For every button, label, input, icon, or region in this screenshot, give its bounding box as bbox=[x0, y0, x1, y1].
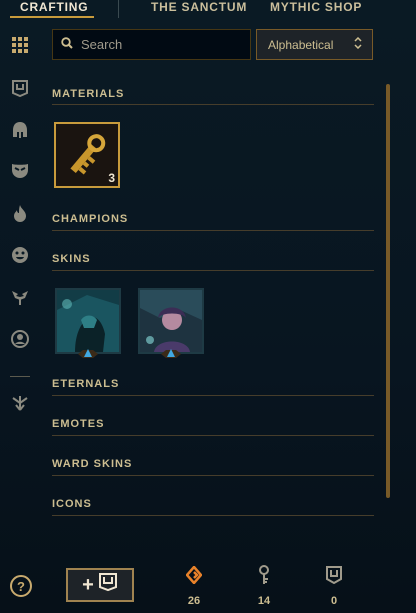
section-divider bbox=[52, 435, 374, 436]
currency-chest: 0 bbox=[319, 565, 349, 607]
tab-mythic-shop[interactable]: MYTHIC SHOP bbox=[270, 0, 362, 14]
sort-dropdown[interactable]: Alphabetical bbox=[256, 29, 373, 60]
section-divider bbox=[52, 395, 374, 396]
section-champions-title: CHAMPIONS bbox=[52, 213, 129, 225]
rarity-gem-icon bbox=[161, 349, 181, 358]
chest-currency-icon bbox=[319, 565, 349, 585]
sort-selected-label: Alphabetical bbox=[268, 37, 334, 52]
rarity-gem-icon bbox=[78, 349, 98, 358]
emote-face-icon[interactable] bbox=[10, 245, 30, 265]
section-divider bbox=[52, 270, 374, 271]
section-divider bbox=[52, 515, 374, 516]
section-eternals-title: ETERNALS bbox=[52, 378, 120, 390]
search-input[interactable] bbox=[81, 37, 241, 52]
section-icons-title: ICONS bbox=[52, 498, 92, 510]
tab-crafting[interactable]: CRAFTING bbox=[20, 0, 88, 14]
ward-icon[interactable] bbox=[10, 287, 30, 307]
orange-essence-value: 26 bbox=[187, 595, 201, 607]
scrollbar[interactable] bbox=[386, 84, 390, 498]
sidebar-divider bbox=[10, 376, 30, 377]
skin-artwork-icon bbox=[57, 290, 119, 352]
updown-chevron-icon bbox=[354, 36, 362, 52]
fire-icon[interactable] bbox=[10, 203, 30, 223]
section-divider bbox=[52, 230, 374, 231]
section-ward-skins-title: WARD SKINS bbox=[52, 458, 133, 470]
chest-icon bbox=[98, 572, 118, 598]
material-tile-key[interactable]: 3 bbox=[54, 122, 120, 188]
key-fragment-icon bbox=[249, 565, 279, 585]
help-button[interactable]: ? bbox=[10, 575, 32, 597]
add-chest-button[interactable]: + bbox=[66, 568, 134, 602]
plus-label: + bbox=[82, 573, 94, 596]
arrows-icon[interactable] bbox=[10, 393, 30, 413]
material-count: 3 bbox=[108, 171, 115, 185]
section-skins-title: SKINS bbox=[52, 253, 91, 265]
active-tab-indicator bbox=[10, 16, 94, 18]
top-nav: CRAFTING THE SANCTUM MYTHIC SHOP bbox=[0, 0, 416, 18]
skin-tile[interactable] bbox=[55, 288, 121, 354]
section-emotes-title: EMOTES bbox=[52, 418, 105, 430]
helmet-icon[interactable] bbox=[10, 120, 30, 140]
orange-essence-icon bbox=[179, 565, 209, 585]
skin-artwork-icon bbox=[140, 290, 202, 352]
grid-icon[interactable] bbox=[10, 35, 30, 55]
skin-tile[interactable] bbox=[138, 288, 204, 354]
search-icon bbox=[61, 36, 73, 54]
chest-currency-value: 0 bbox=[330, 595, 338, 607]
section-divider bbox=[52, 104, 374, 105]
nav-divider bbox=[118, 0, 119, 18]
section-materials-title: MATERIALS bbox=[52, 88, 125, 100]
search-box[interactable] bbox=[52, 29, 251, 60]
profile-icon[interactable] bbox=[10, 329, 30, 349]
currency-key-fragment: 14 bbox=[249, 565, 279, 607]
mask-icon[interactable] bbox=[10, 160, 30, 180]
currency-orange-essence: 26 bbox=[179, 565, 209, 607]
key-fragment-value: 14 bbox=[257, 595, 271, 607]
chest-icon[interactable] bbox=[10, 78, 30, 98]
section-divider bbox=[52, 475, 374, 476]
tab-the-sanctum[interactable]: THE SANCTUM bbox=[151, 0, 247, 14]
